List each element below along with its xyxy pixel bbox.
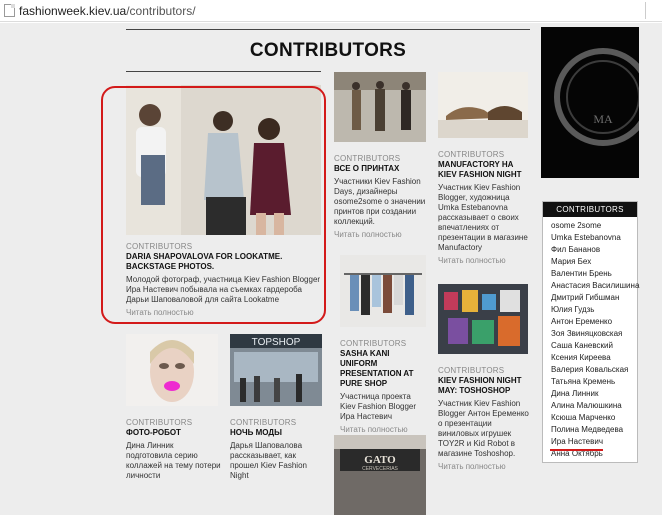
article-title[interactable]: ВСЕ О ПРИНТАХ [334, 164, 426, 174]
sidebar-item[interactable]: Дмитрий Гибшман [551, 292, 637, 304]
category-label[interactable]: CONTRIBUTORS [334, 154, 426, 163]
sidebar-item[interactable]: osome 2some [551, 220, 637, 232]
category-label[interactable]: CONTRIBUTORS [230, 418, 324, 427]
contributors-sidebar: CONTRIBUTORS osome 2some Umka Estebanovna… [542, 201, 639, 463]
shoes-image [438, 72, 528, 138]
read-more-link[interactable]: Читать полностью [438, 256, 530, 265]
article-title[interactable]: НОЧЬ МОДЫ [230, 428, 324, 438]
highlight-circle [101, 86, 326, 324]
banner-text: MA [593, 112, 613, 126]
category-label[interactable]: CONTRIBUTORS [438, 366, 530, 375]
runway-image [334, 72, 426, 142]
cervecerias-sign-text: CERVECERIAS [362, 466, 398, 472]
sidebar-item[interactable]: Ксения Киреева [551, 352, 637, 364]
gato-photo[interactable]: GATO CERVECERIAS [334, 435, 426, 515]
article-title[interactable]: KIEV FASHION NIGHT MAY: TOSHOSHOP [438, 376, 530, 396]
topshop-sign-text: TOPSHOP [252, 337, 301, 348]
article-summary: Дарья Шаповалова рассказывает, как проше… [230, 441, 307, 480]
article-card[interactable]: CONTRIBUTORS MANUFACTORY НА KIEV FASHION… [438, 72, 530, 265]
article-card[interactable]: CONTRIBUTORS KIEV FASHION NIGHT MAY: TOS… [438, 284, 530, 471]
highlight-underline [550, 449, 603, 451]
url-text[interactable]: fashionweek.kiev.ua/contributors/ [19, 4, 196, 18]
contributors-list: osome 2some Umka Estebanovna Фил Бананов Ма… [543, 217, 639, 460]
page-icon [4, 4, 15, 17]
article-card[interactable]: CONTRIBUTORS SASHA KANI UNIFORM PRESENTA… [340, 255, 428, 434]
sidebar-item[interactable]: Дина Линник [551, 388, 637, 400]
article-summary: Участники Kiev Fashion Days, дизайнеры o… [334, 177, 426, 226]
page-content: CONTRIBUTORS CONTRIBUTORS DARIA SHAPOVAL… [0, 23, 662, 515]
sidebar-item[interactable]: Алина Малюшкина [551, 400, 637, 412]
article-card[interactable]: CONTRIBUTORS ФОТО-РОБОТ Дина Линник подг… [126, 334, 221, 481]
article-title[interactable]: ФОТО-РОБОТ [126, 428, 221, 438]
category-label[interactable]: CONTRIBUTORS [126, 418, 221, 427]
sidebar-item[interactable]: Umka Estebanovna [551, 232, 637, 244]
sidebar-item[interactable]: Татьяна Кремень [551, 376, 637, 388]
sidebar-item[interactable]: Валерия Ковальская [551, 364, 637, 376]
sponsor-banner[interactable]: MA [541, 27, 639, 178]
article-summary: Дина Линник подготовила серию коллажей н… [126, 441, 221, 480]
banner-logo: MA [541, 27, 639, 178]
article-summary: Участник Kiev Fashion Blogger, художница… [438, 183, 528, 252]
toy-shop-image [438, 284, 528, 354]
category-label[interactable]: CONTRIBUTORS [340, 339, 428, 348]
article-card[interactable]: CONTRIBUTORS ВСЕ О ПРИНТАХ Участники Kie… [334, 72, 426, 239]
article-title[interactable]: MANUFACTORY НА KIEV FASHION NIGHT [438, 160, 530, 180]
read-more-link[interactable]: Читать полностью [334, 230, 426, 239]
browser-address-bar[interactable]: fashionweek.kiev.ua/contributors/ [0, 0, 662, 22]
category-label[interactable]: CONTRIBUTORS [438, 150, 530, 159]
sidebar-item[interactable]: Саша Каневский [551, 340, 637, 352]
sidebar-item[interactable]: Антон Еременко [551, 316, 637, 328]
sidebar-item[interactable]: Анастасия Василишина [551, 280, 639, 292]
storefront-image: GATO CERVECERIAS [334, 435, 426, 515]
sidebar-item[interactable]: Мария Бех [551, 256, 637, 268]
photo-robot-image [126, 334, 218, 406]
section-rule [126, 71, 321, 72]
gato-sign-text: GATO [364, 454, 396, 466]
sidebar-item[interactable]: Зоя Звиняцковская [551, 328, 637, 340]
sidebar-item[interactable]: Валентин Брень [551, 268, 637, 280]
article-title[interactable]: SASHA KANI UNIFORM PRESENTATION AT PURE … [340, 349, 428, 389]
topshop-image: TOPSHOP [230, 334, 322, 406]
sidebar-item[interactable]: Ира Настевич [551, 436, 637, 448]
sidebar-item[interactable]: Юлия Гудзь [551, 304, 637, 316]
clothing-rack-image [340, 255, 426, 327]
sidebar-item[interactable]: Полина Медведева [551, 424, 637, 436]
article-summary: Участница проекта Kiev Fashion Blogger И… [340, 392, 417, 421]
article-summary: Участник Kiev Fashion Blogger Антон Ерем… [438, 399, 529, 458]
sidebar-item[interactable]: Ксюша Марченко [551, 412, 637, 424]
toolbar-divider [645, 2, 646, 19]
read-more-link[interactable]: Читать полностью [340, 425, 428, 434]
page-title: CONTRIBUTORS [249, 40, 407, 61]
article-card[interactable]: TOPSHOP CONTRIBUTORS НОЧЬ МОДЫ Дарья Шап… [230, 334, 324, 481]
sidebar-header: CONTRIBUTORS [543, 202, 637, 217]
read-more-link[interactable]: Читать полностью [438, 462, 530, 471]
title-rule [126, 29, 530, 30]
sidebar-item[interactable]: Фил Бананов [551, 244, 637, 256]
